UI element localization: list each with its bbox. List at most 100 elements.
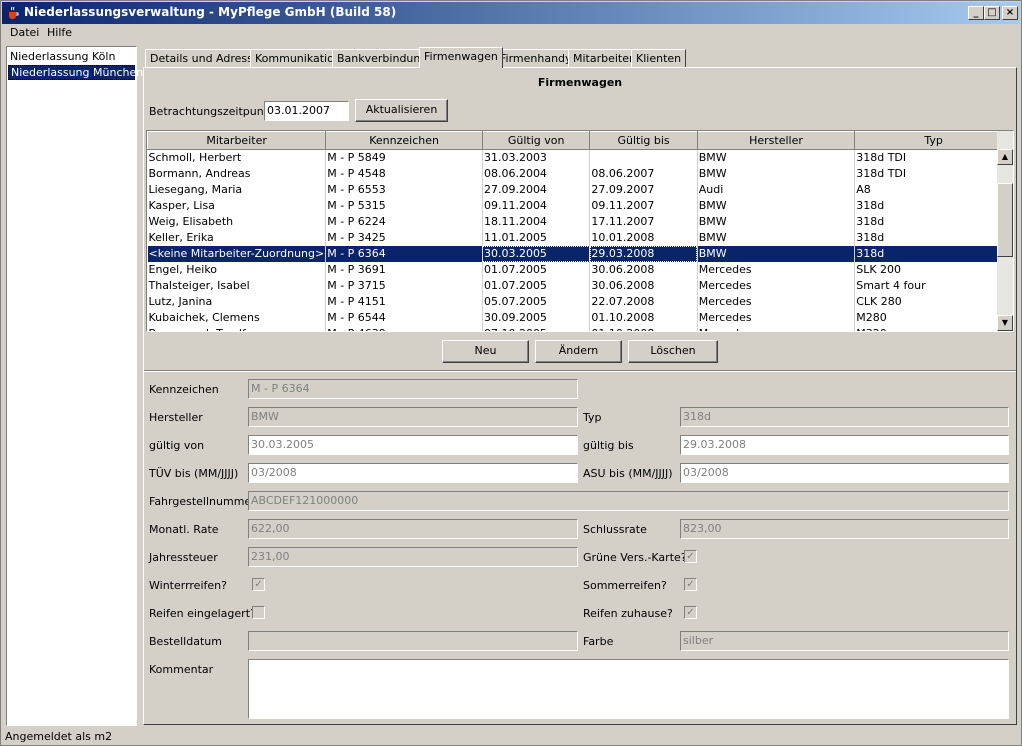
tab-klienten[interactable]: Klienten [631, 49, 687, 67]
table-cell: M - P 3715 [325, 277, 483, 294]
column-header[interactable]: Gültig bis [589, 131, 698, 150]
tab-firmenwagen[interactable]: Firmenwagen [419, 47, 503, 68]
branch-item-koeln[interactable]: Niederlassung Köln [8, 49, 135, 64]
bestelldatum-field[interactable] [248, 631, 578, 651]
table-cell: BMW [697, 197, 856, 214]
scroll-up-icon[interactable]: ▲ [997, 149, 1013, 165]
column-header[interactable]: Kennzeichen [325, 131, 483, 150]
table-cell: 18.11.2004 [482, 213, 591, 230]
column-header[interactable]: Gültig von [481, 131, 591, 150]
section-divider [144, 370, 1016, 372]
table-cell: 29.03.2008 [589, 245, 698, 262]
table-cell: CLK 280 [854, 293, 1013, 310]
status-bar: Angemeldet als m2 [5, 730, 113, 743]
column-header[interactable]: Typ [854, 131, 1013, 150]
table-cell: SLK 200 [854, 261, 1013, 278]
gueltig-bis-label: gültig bis [583, 439, 634, 452]
new-button[interactable]: Neu [442, 340, 529, 363]
winterreifen-checkbox[interactable]: ✓ [252, 578, 265, 591]
table-cell: M - P 6224 [325, 213, 483, 230]
table-cell: 31.03.2003 [482, 149, 591, 166]
table-row[interactable]: Engel, Heiko M - P 3691 01.07.2005 30.06.20… [147, 261, 1013, 278]
branch-item-muenchen[interactable]: Niederlassung München [8, 65, 143, 80]
table-scrollbar[interactable]: ▲ ▼ [997, 131, 1013, 331]
delete-button[interactable]: Löschen [628, 340, 718, 363]
table-cell: M - P 3691 [325, 261, 483, 278]
gruene-karte-checkbox[interactable]: ✓ [684, 550, 697, 563]
table-row[interactable]: <keine Mitarbeiter-Zuordnung> M - P 6364 3… [147, 245, 1013, 262]
tuev-label: TÜV bis (MM/JJJJ) [149, 467, 239, 480]
gueltig-von-label: gültig von [149, 439, 205, 452]
gueltig-von-field[interactable]: 30.03.2005 [248, 435, 578, 455]
title-bar[interactable]: Niederlassungsverwaltung - MyPflege GmbH… [2, 2, 1020, 24]
close-button[interactable]: × [1002, 6, 1018, 20]
menu-datei[interactable]: Datei [10, 26, 39, 39]
sommerreifen-checkbox[interactable]: ✓ [684, 578, 697, 591]
kennzeichen-field[interactable]: M - P 6364 [248, 379, 578, 399]
table-row[interactable]: Kasper, Lisa M - P 5315 09.11.2004 09.11.20… [147, 197, 1013, 214]
table-row[interactable]: Brennessel, ToralfM - P 463907.10.200501… [147, 325, 1013, 331]
rate-field[interactable]: 622,00 [248, 519, 578, 539]
scroll-down-icon[interactable]: ▼ [997, 315, 1013, 331]
table-cell: M - P 4639 [325, 325, 483, 331]
table-row[interactable]: Liesegang, Maria M - P 6553 27.09.2004 27.0… [147, 181, 1013, 198]
table-cell: 27.09.2007 [589, 181, 698, 198]
tab-firmenhandy[interactable]: Firmenhandy [495, 49, 577, 67]
panel-title: Firmenwagen [537, 76, 623, 89]
date-input[interactable]: 03.01.2007 [264, 101, 349, 121]
typ-field[interactable]: 318d [680, 407, 1009, 427]
scroll-thumb[interactable] [997, 183, 1013, 257]
table-cell: M - P 5315 [325, 197, 483, 214]
kommentar-field[interactable] [248, 659, 1009, 719]
table-cell: 30.06.2008 [589, 277, 698, 294]
table-cell: 17.11.2007 [589, 213, 698, 230]
minimize-button[interactable]: _ [968, 6, 984, 20]
reifen-zuhause-label: Reifen zuhause? [583, 607, 673, 620]
asu-field[interactable]: 03/2008 [680, 463, 1009, 483]
hersteller-field[interactable]: BMW [248, 407, 578, 427]
table-row[interactable]: Keller, Erika M - P 3425 11.01.2005 10.01.2… [147, 229, 1013, 246]
maximize-button[interactable]: □ [984, 6, 1000, 20]
column-header[interactable]: Mitarbeiter [147, 131, 327, 150]
table-cell: M320 [854, 325, 1013, 331]
table-row[interactable]: Thalsteiger, Isabel M - P 3715 01.07.2005 3… [147, 277, 1013, 294]
table-row[interactable]: Weig, Elisabeth M - P 6224 18.11.2004 17.11… [147, 213, 1013, 230]
refresh-button[interactable]: Aktualisieren [355, 99, 448, 122]
table-row[interactable]: Bormann, Andreas M - P 4548 08.06.2004 08.0… [147, 165, 1013, 182]
table-cell [589, 149, 698, 166]
table-cell: 22.07.2008 [589, 293, 698, 310]
main-window: Niederlassungsverwaltung - MyPflege GmbH… [0, 0, 1022, 746]
table-row[interactable]: Lutz, Janina M - P 4151 05.07.2005 22.07.20… [147, 293, 1013, 310]
table-row[interactable]: Schmoll, Herbert M - P 5849 31.03.2003 BMW 3… [147, 149, 1013, 166]
reifen-eingelagert-checkbox[interactable] [252, 606, 265, 619]
edit-button[interactable]: Ändern [535, 340, 622, 363]
table-cell: Smart 4 four [854, 277, 1013, 294]
steuer-field[interactable]: 231,00 [248, 547, 578, 567]
farbe-field[interactable]: silber [680, 631, 1009, 651]
reifen-zuhause-checkbox[interactable]: ✓ [684, 606, 697, 619]
kommentar-label: Kommentar [149, 663, 214, 676]
tab-details[interactable]: Details und Adresse [145, 49, 265, 67]
table-cell: 11.01.2005 [482, 229, 591, 246]
gueltig-bis-field[interactable]: 29.03.2008 [680, 435, 1009, 455]
tab-mitarbeiter[interactable]: Mitarbeiter [568, 49, 639, 67]
table-cell: Liesegang, Maria [147, 181, 327, 198]
table-cell: Kubaichek, Clemens [147, 309, 327, 326]
table-cell: 01.07.2005 [482, 261, 591, 278]
tab-bankverbindung[interactable]: Bankverbindung [332, 49, 433, 67]
tuev-field[interactable]: 03/2008 [248, 463, 578, 483]
table-cell: M - P 4548 [325, 165, 483, 182]
table-cell: Mercedes [697, 325, 856, 331]
schlussrate-field[interactable]: 823,00 [680, 519, 1009, 539]
menu-hilfe[interactable]: Hilfe [47, 26, 72, 39]
menu-bar: Datei Hilfe [2, 24, 1020, 42]
gruene-karte-label: Grüne Vers.-Karte? [583, 551, 687, 564]
asu-label: ASU bis (MM/JJJJ) [583, 467, 673, 480]
table-cell: 318d [854, 245, 1013, 262]
table-row[interactable]: Kubaichek, Clemens M - P 6544 30.09.2005 01… [147, 309, 1013, 326]
column-header[interactable]: Hersteller [696, 131, 856, 150]
fahrgestell-field[interactable]: ABCDEF121000000 [248, 491, 1009, 511]
table-cell: 30.03.2005 [482, 245, 591, 262]
table-cell: 01.07.2005 [482, 277, 591, 294]
sommerreifen-label: Sommerreifen? [583, 579, 667, 592]
